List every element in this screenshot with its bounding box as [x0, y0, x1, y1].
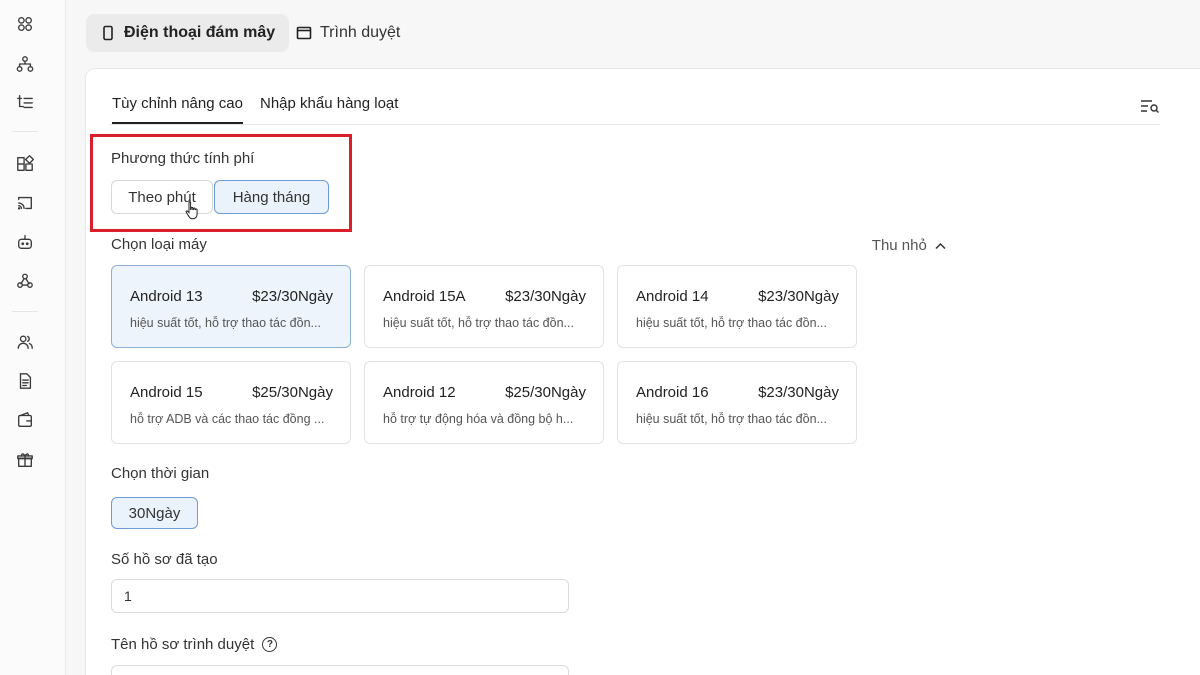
machine-desc: hỗ trợ tự động hóa và đồng bộ h... [383, 412, 574, 426]
profiles-count-value: 1 [124, 588, 132, 604]
sidebar [0, 0, 66, 675]
machine-name: Android 15A [383, 288, 466, 305]
widgets-icon[interactable] [15, 154, 35, 174]
tab-bulk-import[interactable]: Nhập khẩu hàng loạt [260, 95, 398, 112]
wallet-icon[interactable] [15, 410, 35, 430]
document-icon[interactable] [15, 371, 35, 391]
chevron-up-icon [935, 237, 946, 254]
help-circle-icon[interactable]: ? [262, 636, 278, 652]
machine-card-android-15a[interactable]: Android 15A $23/30Ngày hiệu suất tốt, hỗ… [364, 265, 604, 348]
machine-price: $23/30Ngày [758, 288, 839, 305]
machine-price: $25/30Ngày [505, 384, 586, 401]
profiles-label: Số hồ sơ đã tạo [111, 551, 218, 568]
sidebar-divider [12, 131, 38, 132]
machine-price: $25/30Ngày [252, 384, 333, 401]
machine-desc: hiệu suất tốt, hỗ trợ thao tác đồn... [636, 316, 827, 330]
org-chart-icon[interactable] [15, 54, 35, 74]
browser-window-icon [296, 26, 312, 40]
machine-name: Android 13 [130, 288, 203, 305]
tab-browser[interactable]: Trình duyệt [282, 14, 414, 52]
machine-name: Android 12 [383, 384, 456, 401]
machine-price: $23/30Ngày [505, 288, 586, 305]
machine-type-label: Chọn loại máy [111, 236, 207, 253]
machine-price: $23/30Ngày [758, 384, 839, 401]
sub-tab-bar: Tùy chỉnh nâng cao Nhập khẩu hàng loạt [110, 91, 1160, 125]
machine-desc: hỗ trợ ADB và các thao tác đồng ... [130, 412, 325, 426]
machine-card-android-13[interactable]: Android 13 $23/30Ngày hiệu suất tốt, hỗ … [111, 265, 351, 348]
webhook-icon[interactable] [15, 271, 35, 291]
collapse-label: Thu nhỏ [871, 237, 927, 254]
filter-list-icon[interactable] [1140, 97, 1160, 115]
tab-cloud-phone[interactable]: Điện thoại đám mây [86, 14, 290, 52]
billing-label: Phương thức tính phí [111, 150, 255, 167]
machine-card-android-16[interactable]: Android 16 $23/30Ngày hiệu suất tốt, hỗ … [617, 361, 857, 444]
gift-icon[interactable] [15, 450, 35, 470]
robot-icon[interactable] [15, 232, 35, 252]
cast-icon[interactable] [15, 193, 35, 213]
profile-name-label: Tên hồ sơ trình duyệt [111, 636, 255, 653]
machine-card-android-12[interactable]: Android 12 $25/30Ngày hỗ trợ tự động hóa… [364, 361, 604, 444]
profile-name-label-row: Tên hồ sơ trình duyệt ? [111, 636, 278, 653]
config-panel: Tùy chỉnh nâng cao Nhập khẩu hàng loạt P… [85, 68, 1200, 675]
machine-card-android-15[interactable]: Android 15 $25/30Ngày hỗ trợ ADB và các … [111, 361, 351, 444]
tree-list-icon[interactable] [15, 92, 35, 112]
main-area: Điện thoại đám mây Trình duyệt Tùy chỉnh… [66, 0, 1200, 675]
profile-name-input[interactable] [111, 665, 569, 675]
machine-desc: hiệu suất tốt, hỗ trợ thao tác đồn... [383, 316, 574, 330]
collapse-toggle[interactable]: Thu nhỏ [872, 237, 946, 254]
machine-name: Android 14 [636, 288, 709, 305]
tab-cloud-phone-label: Điện thoại đám mây [124, 24, 276, 41]
tab-browser-label: Trình duyệt [320, 24, 401, 41]
duration-label: Chọn thời gian [111, 465, 210, 482]
machine-price: $23/30Ngày [252, 288, 333, 305]
machine-desc: hiệu suất tốt, hỗ trợ thao tác đồn... [130, 316, 321, 330]
hand-cursor-icon [185, 201, 198, 220]
billing-monthly-button[interactable]: Hàng tháng [214, 180, 329, 214]
profiles-count-input[interactable]: 1 [111, 579, 569, 613]
tab-advanced[interactable]: Tùy chỉnh nâng cao [112, 95, 243, 124]
apps-grid-icon[interactable] [15, 14, 35, 34]
phone-icon [103, 25, 113, 41]
machine-name: Android 16 [636, 384, 709, 401]
sidebar-divider [12, 311, 38, 312]
duration-30-days-button[interactable]: 30Ngày [111, 497, 198, 529]
machine-name: Android 15 [130, 384, 203, 401]
users-icon[interactable] [15, 332, 35, 352]
machine-desc: hiệu suất tốt, hỗ trợ thao tác đồn... [636, 412, 827, 426]
machine-card-android-14[interactable]: Android 14 $23/30Ngày hiệu suất tốt, hỗ … [617, 265, 857, 348]
